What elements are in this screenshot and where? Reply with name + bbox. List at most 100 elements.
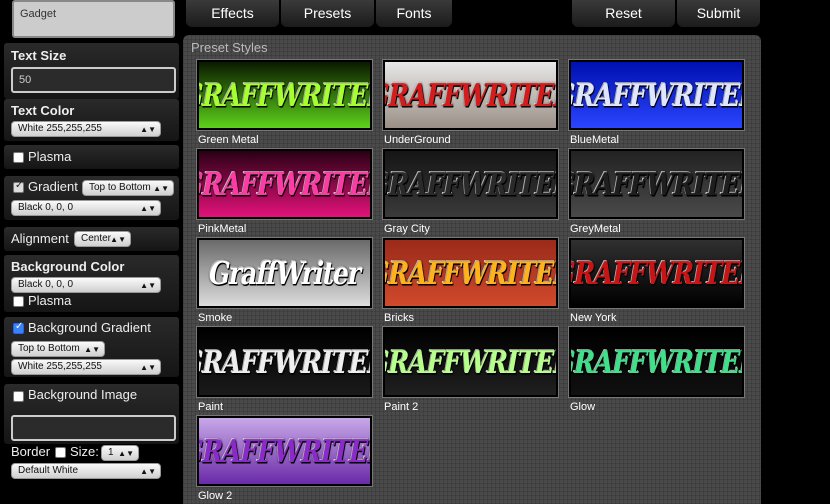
text-input[interactable]: Gadget: [12, 0, 175, 38]
sidebar: Gadget Text Size 50 Text Color White 255…: [0, 0, 182, 504]
tab-fonts[interactable]: Fonts: [376, 0, 452, 27]
preset-caption-green-metal[interactable]: Green Metal: [198, 134, 259, 146]
background-gradient-color-value: White 255,255,255: [18, 361, 102, 372]
chevron-updown-icon: ▲▼: [153, 183, 169, 193]
preset-caption-greymetal[interactable]: GreyMetal: [570, 223, 621, 235]
preset-caption-smoke[interactable]: Smoke: [198, 312, 232, 324]
preset-tile-glow-2[interactable]: GRAFFWRITER: [196, 415, 373, 487]
preset-thumbnail: GRAFFWRITER: [571, 329, 742, 395]
background-gradient-checkbox[interactable]: [13, 321, 24, 334]
preset-tile-paint[interactable]: GRAFFWRITER: [196, 326, 373, 398]
preset-art-text: GRAFFWRITER: [571, 76, 742, 114]
preset-tile-smoke[interactable]: GraffWriter: [196, 237, 373, 309]
preset-tile-glow[interactable]: GRAFFWRITER: [568, 326, 745, 398]
chevron-updown-icon: ▲▼: [140, 466, 156, 476]
preset-caption-glow[interactable]: Glow: [570, 401, 595, 413]
border-label: Border: [11, 444, 51, 459]
background-color-value: Black 0, 0, 0: [18, 279, 74, 290]
chevron-updown-icon: ▲▼: [140, 124, 156, 134]
plasma-label: Plasma: [28, 149, 72, 164]
plasma-section: Plasma: [4, 145, 179, 169]
preset-styles-title: Preset Styles: [191, 40, 268, 55]
preset-tile-underground[interactable]: GRAFFWRITER: [382, 59, 559, 131]
preset-tile-green-metal[interactable]: GRAFFWRITER: [196, 59, 373, 131]
gradient-checkbox[interactable]: [13, 180, 24, 193]
text-color-label: Text Color: [11, 103, 75, 118]
background-color-select[interactable]: Black 0, 0, 0 ▲▼: [11, 277, 161, 293]
border-size-label: Size:: [70, 444, 99, 459]
preset-art-text: GraffWriter: [205, 254, 364, 292]
border-style-value: Default White: [18, 465, 79, 476]
background-gradient-direction-select[interactable]: Top to Bottom ▲▼: [11, 341, 105, 357]
preset-tile-greymetal[interactable]: GRAFFWRITER: [568, 148, 745, 220]
border-size-value: 1: [108, 447, 114, 458]
tab-effects[interactable]: Effects: [186, 0, 279, 27]
preset-thumbnail: GRAFFWRITER: [385, 62, 556, 128]
background-image-checkbox[interactable]: [13, 391, 24, 402]
text-color-select[interactable]: White 255,255,255 ▲▼: [11, 121, 161, 137]
preset-art-text: GRAFFWRITER: [571, 343, 742, 381]
border-size-select[interactable]: 1 ▲▼: [101, 445, 139, 461]
preset-art-text: GRAFFWRITER: [571, 165, 742, 203]
preset-thumbnail: GRAFFWRITER: [571, 240, 742, 306]
background-gradient-label: Background Gradient: [28, 320, 151, 335]
preset-caption-bluemetal[interactable]: BlueMetal: [570, 134, 619, 146]
reset-button[interactable]: Reset: [572, 0, 675, 27]
preset-tile-paint-2[interactable]: GRAFFWRITER: [382, 326, 559, 398]
background-gradient-direction-value: Top to Bottom: [18, 343, 80, 354]
background-gradient-color-select[interactable]: White 255,255,255 ▲▼: [11, 359, 161, 375]
preset-styles-panel: Preset Styles GRAFFWRITER Green Metal GRAF…: [183, 35, 761, 504]
preset-thumbnail: GRAFFWRITER: [385, 240, 556, 306]
preset-caption-glow-2[interactable]: Glow 2: [198, 490, 232, 502]
preset-caption-underground[interactable]: UnderGround: [384, 134, 451, 146]
text-size-section: Text Size 50: [4, 43, 179, 99]
background-color-label: Background Color: [11, 259, 125, 274]
preset-thumbnail: GRAFFWRITER: [385, 151, 556, 217]
preset-caption-paint-2[interactable]: Paint 2: [384, 401, 418, 413]
gradient-label: Gradient: [28, 179, 78, 194]
submit-button[interactable]: Submit: [677, 0, 760, 27]
preset-thumbnail: GRAFFWRITER: [571, 62, 742, 128]
background-gradient-section: Background Gradient Top to Bottom ▲▼ Whi…: [4, 317, 179, 377]
border-style-select[interactable]: Default White ▲▼: [11, 463, 161, 479]
chevron-updown-icon: ▲▼: [140, 203, 156, 213]
text-size-label: Text Size: [11, 48, 67, 63]
preset-caption-pinkmetal[interactable]: PinkMetal: [198, 223, 246, 235]
border-checkbox[interactable]: [55, 447, 66, 458]
preset-caption-gray-city[interactable]: Gray City: [384, 223, 430, 235]
preset-art-text: GRAFFWRITER: [199, 432, 370, 470]
preset-tile-new-york[interactable]: GRAFFWRITER: [568, 237, 745, 309]
text-color-value: White 255,255,255: [18, 123, 102, 134]
background-plasma-checkbox[interactable]: [13, 296, 24, 307]
preset-thumbnail: GRAFFWRITER: [199, 62, 370, 128]
tab-presets[interactable]: Presets: [281, 0, 374, 27]
preset-tile-bluemetal[interactable]: GRAFFWRITER: [568, 59, 745, 131]
chevron-updown-icon: ▲▼: [84, 344, 100, 354]
preset-art-text: GRAFFWRITER: [385, 343, 556, 381]
preset-tile-gray-city[interactable]: GRAFFWRITER: [382, 148, 559, 220]
action-bar: Reset Submit: [570, 0, 760, 29]
preset-thumbnail: GraffWriter: [199, 240, 370, 306]
background-plasma-label: Plasma: [28, 293, 72, 308]
preset-tile-pinkmetal[interactable]: GRAFFWRITER: [196, 148, 373, 220]
alignment-label: Alignment: [11, 231, 69, 246]
preset-art-text: GRAFFWRITER: [385, 76, 556, 114]
preset-thumbnail: GRAFFWRITER: [571, 151, 742, 217]
preset-thumbnail: GRAFFWRITER: [199, 418, 370, 484]
gradient-color-select[interactable]: Black 0, 0, 0 ▲▼: [11, 200, 161, 216]
preset-thumbnail: GRAFFWRITER: [199, 151, 370, 217]
tab-bar: Effects Presets Fonts: [183, 0, 562, 29]
preset-tile-bricks[interactable]: GRAFFWRITER: [382, 237, 559, 309]
background-image-input[interactable]: [11, 415, 176, 441]
preset-thumbnail: GRAFFWRITER: [199, 329, 370, 395]
preset-caption-new-york[interactable]: New York: [570, 312, 616, 324]
preset-caption-bricks[interactable]: Bricks: [384, 312, 414, 324]
alignment-select[interactable]: Center ▲▼: [74, 231, 131, 247]
plasma-checkbox[interactable]: [13, 152, 24, 163]
preset-caption-paint[interactable]: Paint: [198, 401, 223, 413]
text-size-input[interactable]: 50: [11, 67, 176, 93]
background-image-label: Background Image: [28, 387, 138, 402]
gradient-direction-select[interactable]: Top to Bottom ▲▼: [82, 180, 174, 196]
gradient-direction-value: Top to Bottom: [89, 182, 151, 193]
gradient-section: Gradient Top to Bottom ▲▼ Black 0, 0, 0 …: [4, 176, 179, 220]
